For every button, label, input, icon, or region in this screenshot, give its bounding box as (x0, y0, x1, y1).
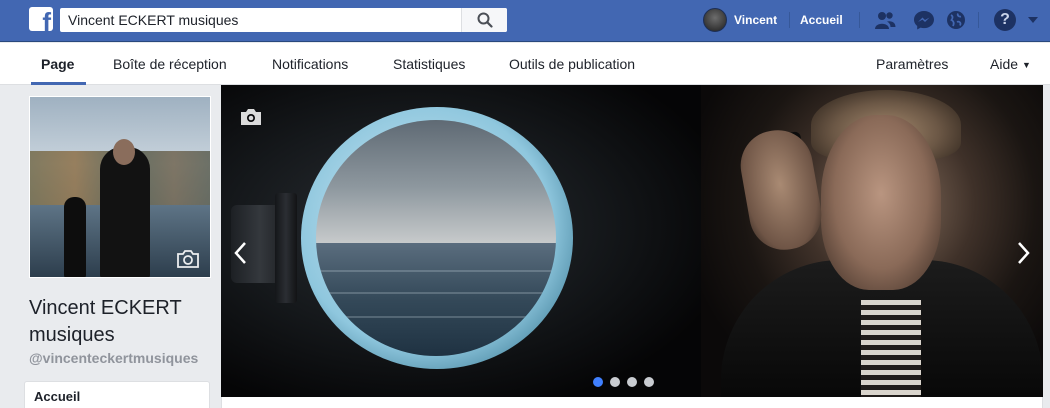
wave (316, 316, 556, 318)
porthole-sky (316, 120, 556, 243)
home-link[interactable]: Accueil (800, 13, 843, 27)
porthole-sea (316, 242, 556, 356)
help-icon[interactable]: ? (994, 9, 1016, 31)
left-menu-item-home[interactable]: Accueil (34, 389, 80, 404)
notifications-globe-icon[interactable] (945, 10, 967, 30)
top-bar: f Vincent Accueil ? (0, 0, 1050, 42)
page-title[interactable]: Vincent ECKERT musiques (29, 295, 219, 349)
divider (978, 12, 979, 28)
portrait-face (821, 115, 941, 290)
tab-help[interactable]: Aide ▼ (990, 43, 1031, 85)
page-username[interactable]: @vincenteckertmusiques (29, 350, 198, 366)
wave (316, 270, 556, 272)
page-left-menu: Accueil (24, 381, 210, 408)
tab-insights[interactable]: Statistiques (393, 43, 465, 85)
carousel-dot[interactable] (610, 377, 620, 387)
porthole-view (316, 120, 556, 356)
tab-inbox[interactable]: Boîte de réception (113, 43, 227, 85)
divider (859, 12, 860, 28)
portrait-shirt (861, 300, 921, 397)
carousel-dot[interactable] (593, 377, 603, 387)
tab-help-label: Aide (990, 56, 1019, 72)
camera-icon[interactable] (240, 108, 262, 126)
user-name: Vincent (734, 13, 778, 27)
profile-picture[interactable] (29, 96, 211, 278)
profile-link[interactable]: Vincent (703, 8, 777, 32)
divider (789, 12, 790, 28)
tab-settings[interactable]: Paramètres (876, 43, 948, 85)
carousel-dots (593, 377, 654, 387)
profile-photo-head (113, 139, 135, 165)
search-input[interactable] (68, 8, 458, 32)
account-menu-caret-icon[interactable] (1028, 17, 1038, 23)
page-nav-bar: Page Boîte de réception Notifications St… (0, 43, 1050, 85)
friend-requests-icon[interactable] (874, 10, 896, 30)
avatar (703, 8, 727, 32)
profile-photo-person (100, 147, 150, 277)
carousel-dot[interactable] (644, 377, 654, 387)
cover-photo-carousel[interactable] (221, 85, 1043, 397)
chevron-right-icon[interactable] (1015, 240, 1031, 266)
carousel-dot[interactable] (627, 377, 637, 387)
wave (316, 292, 556, 294)
camera-icon[interactable] (176, 249, 200, 269)
page-actions-strip (221, 397, 1043, 408)
search-button[interactable] (461, 8, 507, 32)
messenger-icon[interactable] (913, 10, 935, 30)
tab-notifications[interactable]: Notifications (272, 43, 348, 85)
search-icon (477, 12, 493, 28)
tab-page[interactable]: Page (30, 43, 88, 85)
facebook-logo-icon[interactable]: f (29, 7, 53, 31)
chevron-down-icon: ▼ (1022, 60, 1031, 70)
porthole-hinge-bar (275, 193, 297, 303)
guitar-case (64, 197, 86, 277)
search-box (60, 8, 507, 32)
tab-publishing-tools[interactable]: Outils de publication (509, 43, 635, 85)
chevron-left-icon[interactable] (233, 240, 249, 266)
